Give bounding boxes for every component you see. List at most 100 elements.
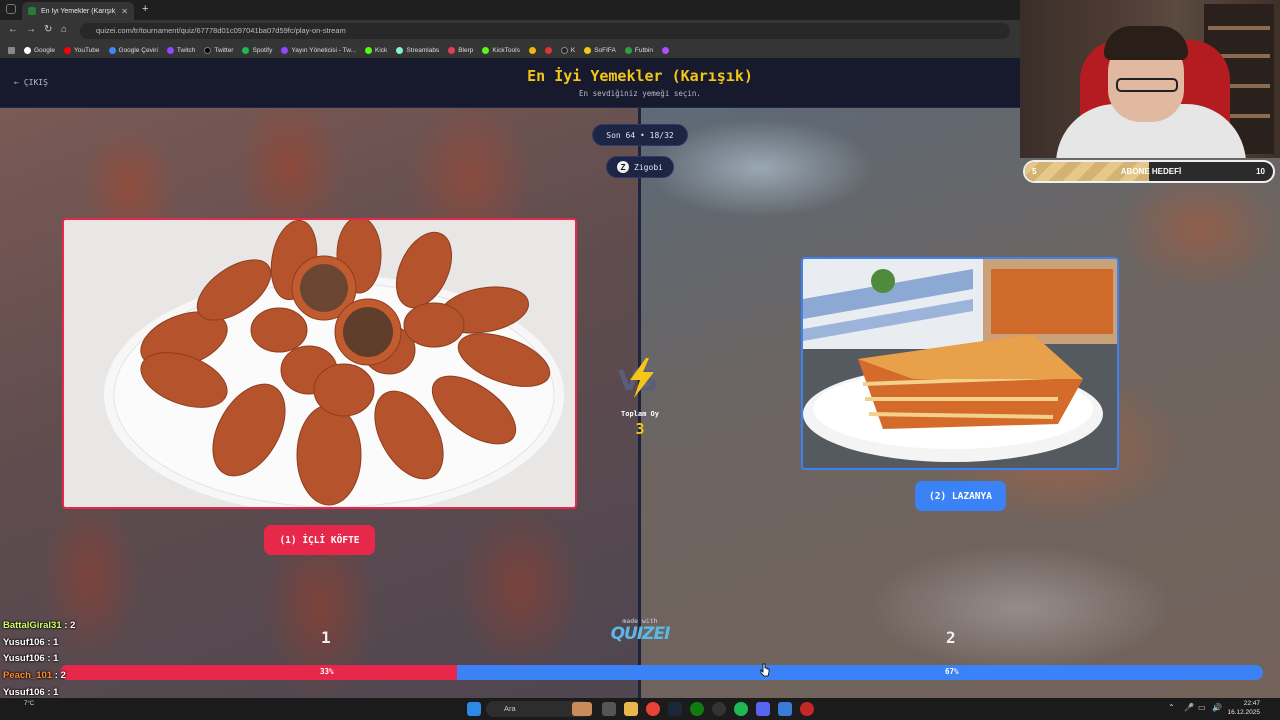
search-highlight-icon	[572, 702, 592, 716]
chat-text: : 1	[44, 636, 59, 648]
youtube-icon	[63, 46, 71, 54]
glasses	[1116, 78, 1178, 92]
browser-tab-bar: En İyi Yemekler (Karışık) - Tier l... ✕ …	[0, 0, 1020, 20]
icli-kofte-image	[64, 220, 575, 507]
sub-goal-label: ABONE HEDEFİ	[1120, 167, 1182, 176]
option-2-card[interactable]	[801, 257, 1119, 470]
bookmark-google[interactable]: Google	[24, 46, 55, 54]
bookmark-spotify[interactable]: Spotify	[242, 46, 272, 54]
twitch-icon	[166, 46, 174, 54]
bookmark-youtube[interactable]: YouTube	[63, 46, 100, 54]
futbin-icon	[624, 46, 632, 54]
file-explorer-icon[interactable]	[624, 702, 638, 716]
microphone-icon[interactable]: 🎤	[1184, 703, 1194, 712]
kick-icon	[365, 46, 373, 54]
bookmark-kicktools[interactable]: KickTools	[482, 46, 520, 54]
lazanya-image	[803, 259, 1117, 468]
mouse-cursor-icon	[760, 663, 770, 677]
total-votes-count: 3	[635, 420, 645, 438]
new-tab-icon[interactable]: +	[142, 3, 148, 15]
option-2-percent: 67%	[945, 667, 959, 676]
xbox-icon[interactable]	[690, 702, 704, 716]
network-icon[interactable]: ▭	[1198, 703, 1206, 712]
clock-time: 22:47	[1243, 700, 1260, 707]
windows-start-icon[interactable]	[467, 702, 481, 716]
webcam-overlay	[1020, 0, 1280, 158]
windows-taskbar: 7°C Ara ⌃ 🎤 ▭ 🔊 22:47 16.12.2025	[0, 698, 1280, 720]
bookmark-sofifa[interactable]: SoFIFA	[584, 46, 616, 54]
bookmark-pin[interactable]	[544, 46, 552, 54]
quizei-favicon-icon	[28, 7, 36, 15]
streamer-avatar-icon: Z	[617, 161, 630, 173]
bookmark-twitch[interactable]: Twitch	[166, 46, 195, 54]
record-app-icon[interactable]	[800, 702, 814, 716]
bookmark-futbin[interactable]: Futbin	[624, 46, 653, 54]
chat-username: Peach_101	[3, 670, 53, 682]
chrome-icon[interactable]	[646, 702, 660, 716]
bookmark-twitter[interactable]: Twitter	[204, 46, 233, 54]
chat-message: Yusuf106 : 1	[3, 653, 203, 670]
chat-text: : 1	[44, 686, 59, 698]
reload-icon[interactable]: ↻	[44, 24, 52, 35]
quizei-logo[interactable]: QUIZEI	[600, 624, 680, 644]
twitch-icon	[281, 46, 289, 54]
total-votes-label: Toplam Oy	[621, 410, 659, 418]
subscriber-goal-bar: 5 ABONE HEDEFİ 10	[1023, 160, 1275, 183]
volume-icon[interactable]: 🔊	[1212, 703, 1222, 712]
system-clock[interactable]: 22:47 16.12.2025	[1227, 700, 1260, 717]
chat-username: Yusuf106	[3, 653, 45, 665]
steam-icon[interactable]	[668, 702, 682, 716]
bookmark-k[interactable]: K	[560, 46, 575, 54]
close-tab-icon[interactable]: ✕	[121, 7, 128, 16]
option-1-number: 1	[321, 628, 331, 647]
photos-icon[interactable]	[778, 702, 792, 716]
vote-option-2-button[interactable]: (2) LAZANYA	[915, 481, 1006, 511]
discord-icon[interactable]	[756, 702, 770, 716]
chat-message: BattalGiral31 : 2	[3, 620, 203, 637]
option-1-percent: 33%	[320, 667, 334, 676]
obs-icon[interactable]	[712, 702, 726, 716]
chat-username: Yusuf106	[3, 636, 45, 648]
bookmark-blerp[interactable]: Blerp	[448, 46, 473, 54]
streamlabs-icon	[396, 46, 404, 54]
bookmark-stream-manager[interactable]: Yayın Yöneticisi - Tw...	[281, 46, 356, 54]
vote-option-1-button[interactable]: (1) İÇLİ KÖFTE	[264, 525, 375, 555]
spotify-taskbar-icon[interactable]	[734, 702, 748, 716]
forward-arrow-icon[interactable]: →	[26, 24, 36, 35]
browser-tab-title: En İyi Yemekler (Karışık) - Tier l...	[41, 7, 117, 15]
chat-username: Yusuf106	[3, 686, 45, 698]
weather-widget[interactable]: 7°C	[24, 701, 34, 708]
address-bar-row: ← → ↻ ⌂ quizei.com/tr/tournament/quiz/67…	[0, 20, 1020, 42]
matchup-arena: Son 64 • 18/32 Z Zigobi (1) İÇLİ KÖFTE (…	[0, 108, 1280, 698]
option-2-number: 2	[946, 628, 956, 647]
streamer-badge: Z Zigobi	[606, 156, 674, 178]
sub-goal-max: 10	[1256, 167, 1265, 176]
task-view-icon[interactable]	[602, 702, 616, 716]
browser-tab[interactable]: En İyi Yemekler (Karışık) - Tier l... ✕	[22, 2, 134, 20]
bookmark-google-translate[interactable]: Google Çeviri	[108, 46, 158, 54]
tray-chevron-icon[interactable]: ⌃	[1168, 703, 1175, 712]
chat-message: Peach_101 : 2	[3, 670, 203, 687]
blerp-icon	[448, 46, 456, 54]
spotify-icon	[242, 46, 250, 54]
apps-icon[interactable]	[8, 46, 15, 54]
kicktools-icon	[482, 46, 490, 54]
streamer-hair	[1104, 26, 1188, 60]
bookmark-streamlabs[interactable]: Streamlabs	[396, 46, 439, 54]
vote-progress-bar: 33% 67%	[60, 665, 1263, 680]
back-arrow-icon[interactable]: ←	[8, 24, 18, 35]
sofifa-icon	[584, 46, 592, 54]
x-icon	[204, 46, 212, 54]
url-input[interactable]: quizei.com/tr/tournament/quiz/67778d01c0…	[80, 23, 1010, 39]
home-icon[interactable]: ⌂	[61, 24, 67, 35]
bookmark-kick[interactable]: Kick	[365, 46, 387, 54]
bookmark-purple[interactable]	[661, 46, 669, 54]
purple-app-icon	[661, 46, 669, 54]
chat-message: Yusuf106 : 1	[3, 637, 203, 654]
streamer-name: Zigobi	[634, 162, 663, 172]
round-label: Son 64 • 18/32	[606, 130, 674, 140]
option-1-card[interactable]	[62, 218, 577, 509]
translate-icon	[108, 46, 116, 54]
tab-search-icon[interactable]	[6, 4, 16, 14]
bookmark-binance[interactable]	[528, 46, 536, 54]
